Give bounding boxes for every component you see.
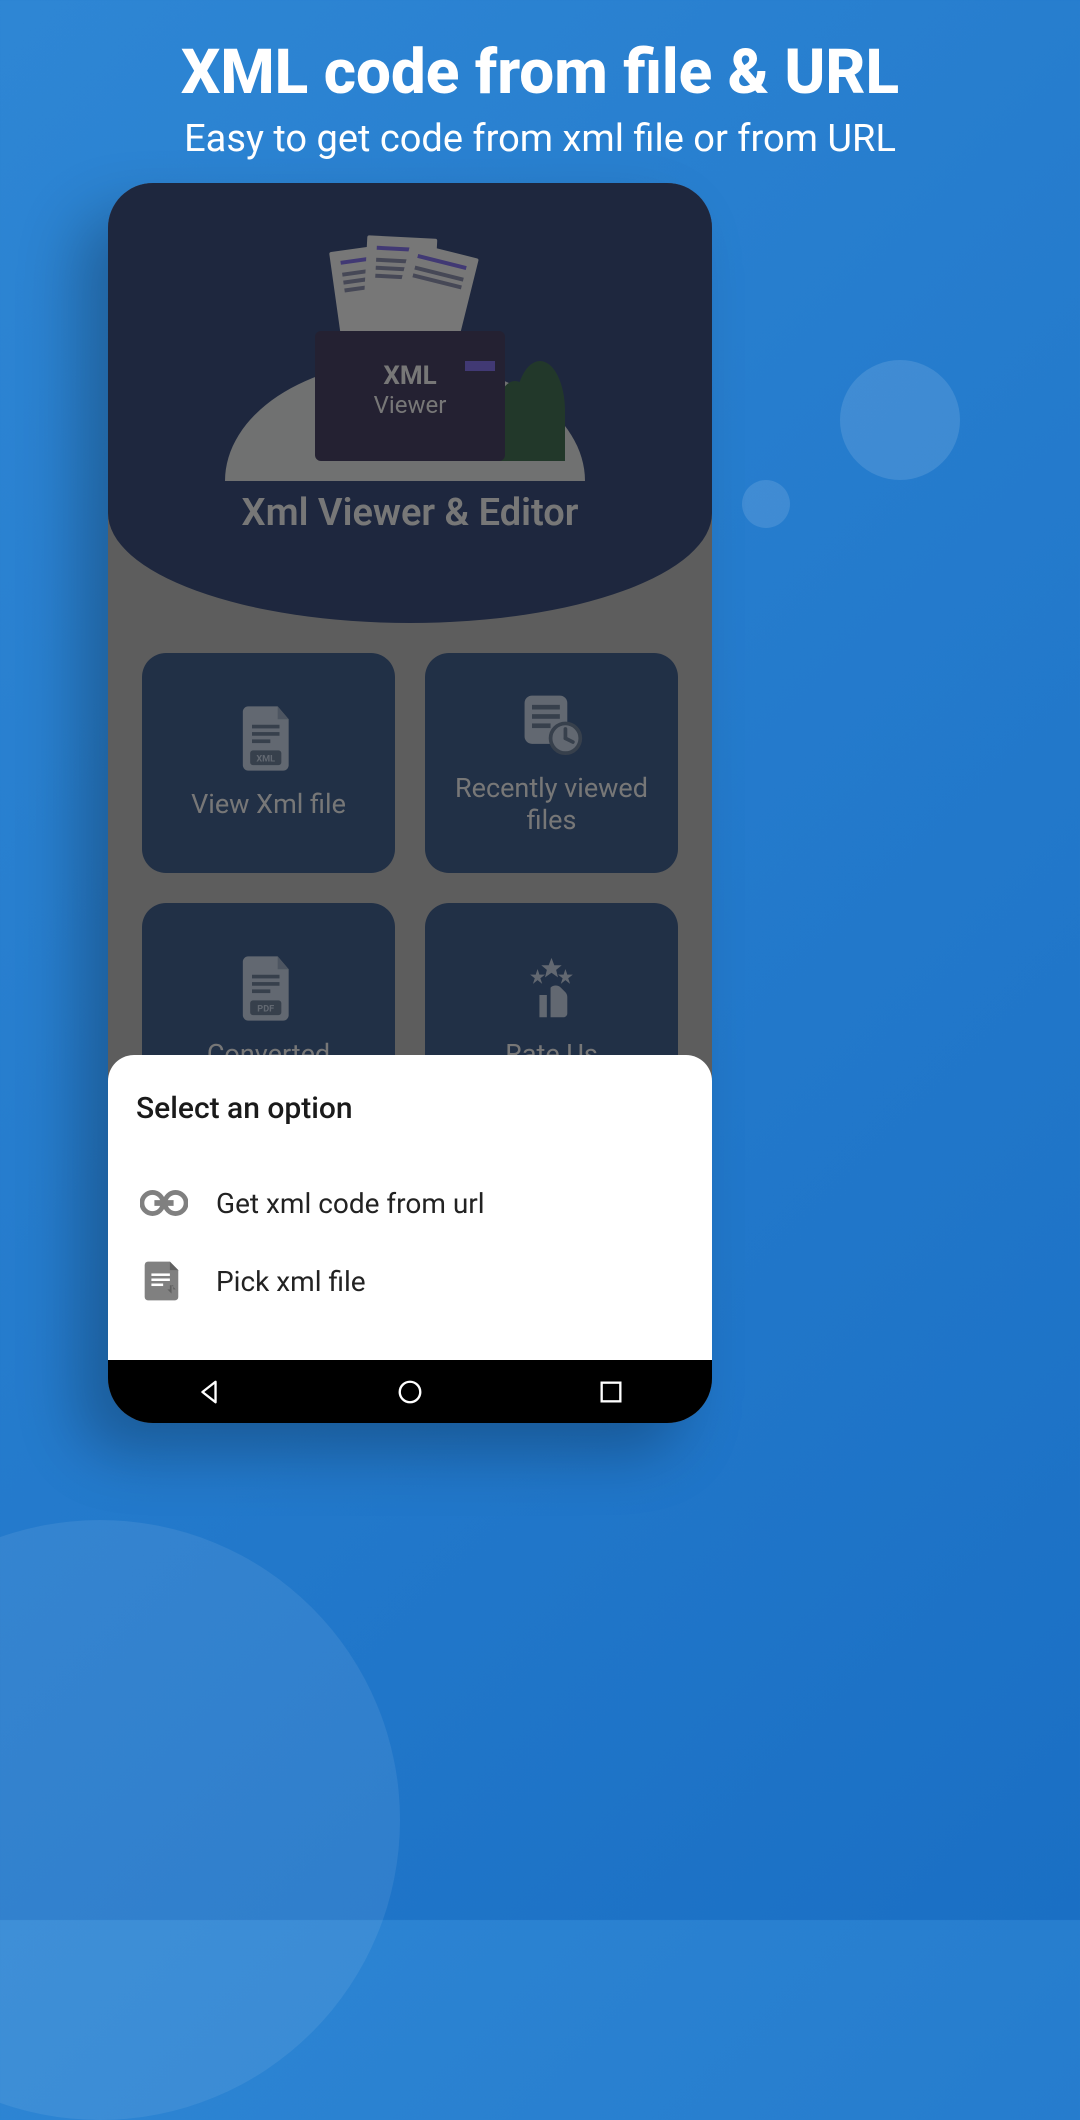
phone-frame: XML Viewer Xml Viewer & Editor XML View … — [108, 183, 712, 1423]
link-icon — [140, 1182, 188, 1224]
recents-button[interactable] — [593, 1374, 629, 1410]
promo-subtitle: Easy to get code from xml file or from U… — [50, 117, 1030, 161]
sheet-title: Select an option — [136, 1091, 684, 1126]
phone-screen: XML Viewer Xml Viewer & Editor XML View … — [108, 183, 712, 1423]
decorative-circle-small — [742, 480, 790, 528]
select-option-bottom-sheet: Select an option Get xml code from url P… — [108, 1055, 712, 1360]
back-button[interactable] — [191, 1374, 227, 1410]
pick-xml-file-option[interactable]: Pick xml file — [136, 1242, 684, 1320]
pick-file-icon — [140, 1260, 188, 1302]
promo-header: XML code from file & URL Easy to get cod… — [0, 0, 1080, 191]
promo-title: XML code from file & URL — [50, 36, 1030, 109]
decorative-blob — [0, 1520, 400, 2120]
android-navbar — [108, 1360, 712, 1423]
home-button[interactable] — [392, 1374, 428, 1410]
option-label: Get xml code from url — [216, 1187, 485, 1220]
decorative-circle-large — [840, 360, 960, 480]
get-xml-from-url-option[interactable]: Get xml code from url — [136, 1164, 684, 1242]
option-label: Pick xml file — [216, 1265, 366, 1298]
